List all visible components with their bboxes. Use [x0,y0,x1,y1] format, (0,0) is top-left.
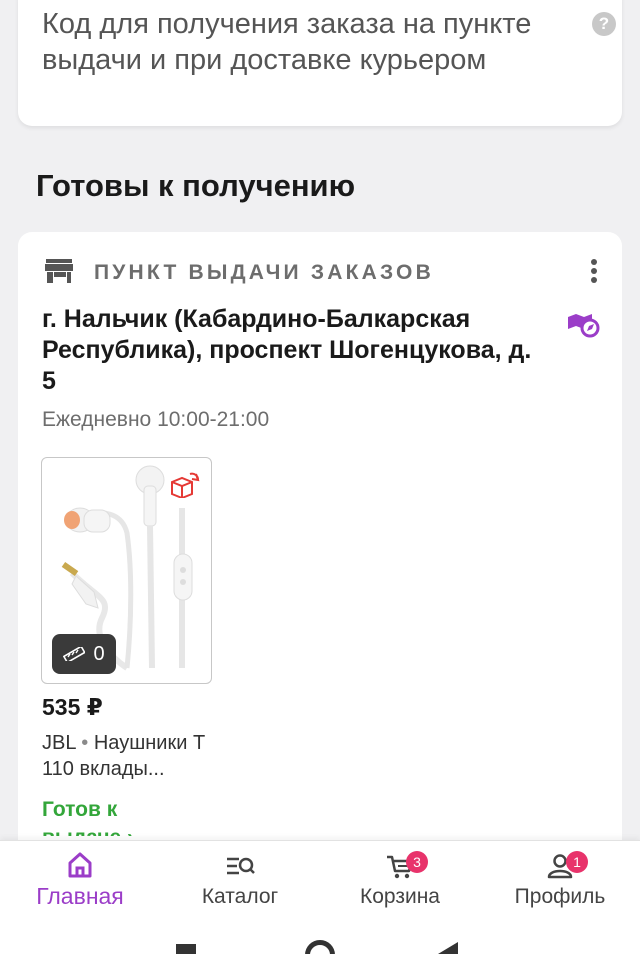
product-thumbnail[interactable]: 0 [41,457,212,684]
store-icon [45,259,73,283]
nav-label-home: Главная [36,883,124,909]
nav-item-home[interactable]: Главная [0,841,160,923]
separator-dot: • [75,732,94,754]
nav-label-cart: Корзина [360,885,440,908]
help-icon[interactable]: ? [592,12,616,36]
more-vertical-icon[interactable] [584,258,604,286]
pickup-card: ПУНКТ ВЫДАЧИ ЗАКАЗОВ г. Нальчик (Кабарди… [18,232,622,872]
nav-item-cart[interactable]: 3 Корзина [320,841,480,923]
nav-label-catalog: Каталог [201,885,279,908]
back-icon[interactable] [438,942,458,954]
pickup-hours: Ежедневно 10:00-21:00 [42,408,270,431]
catalog-search-icon [227,857,255,875]
pickup-address: г. Нальчик (Кабардино-Балкарская Республ… [42,305,532,395]
product-brand: JBL [42,732,76,754]
ruler-icon [63,647,86,661]
profile-badge: 1 [566,851,588,873]
nav-item-catalog[interactable]: Каталог [160,841,320,923]
fitting-count: 0 [93,642,105,665]
fitting-chip[interactable]: 0 [52,634,116,674]
product-price: 535 ₽ [42,694,103,720]
recent-apps-icon[interactable] [176,944,196,954]
order-code-card[interactable]: Код для получения заказа на пункте выдач… [18,0,622,126]
order-status-link[interactable]: Готов к выдаче › [42,796,182,836]
map-route-icon[interactable] [566,306,600,338]
section-title: Готовы к получению [36,168,356,203]
system-navigation-bar [0,922,640,954]
order-code-text: Код для получения заказа на пункте выдач… [42,8,532,76]
bottom-navigation: Главная Каталог 3 Корзина 1 Профиль [0,840,640,922]
home-system-icon[interactable] [305,940,335,954]
nav-label-profile: Профиль [514,885,606,908]
cart-badge: 3 [406,851,428,873]
home-icon [68,852,92,878]
product-title[interactable]: JBL • Наушники T 110 вклады... [42,730,222,782]
pickup-point-label: ПУНКТ ВЫДАЧИ ЗАКАЗОВ [94,261,434,284]
nav-item-profile[interactable]: 1 Профиль [480,841,640,923]
delivery-box-icon [171,472,200,498]
